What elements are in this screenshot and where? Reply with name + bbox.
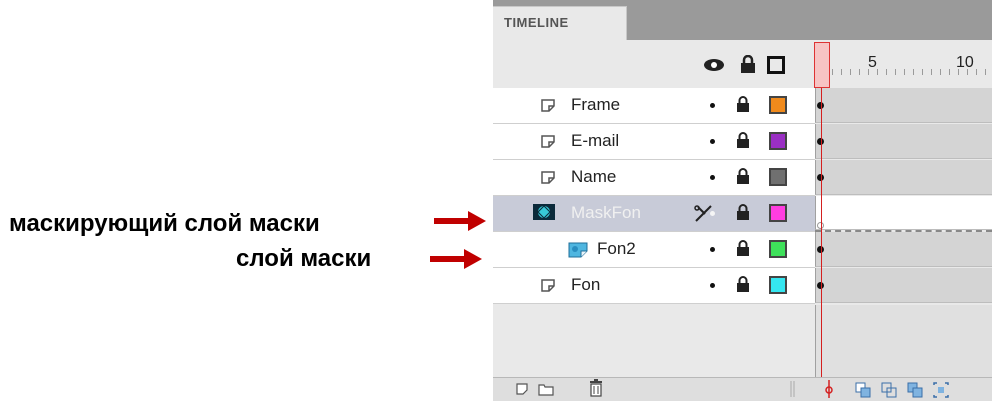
frame-track[interactable]	[815, 232, 992, 267]
layer-row-fon[interactable]: Fon	[493, 268, 992, 304]
onion-skin-icon[interactable]	[855, 382, 871, 403]
lock-icon[interactable]	[740, 54, 756, 78]
layer-name: Fon2	[597, 239, 636, 258]
new-layer-icon[interactable]	[515, 382, 529, 401]
layer-color-swatch[interactable]	[769, 132, 787, 150]
visibility-dot[interactable]	[710, 283, 715, 288]
lock-icon[interactable]	[736, 276, 750, 297]
frame-track[interactable]	[815, 124, 992, 159]
layer-name: Frame	[571, 95, 621, 114]
arrow-masked-layer	[430, 249, 482, 269]
outline-icon[interactable]	[767, 56, 785, 79]
layer-color-swatch[interactable]	[769, 168, 787, 186]
frame-ruler[interactable]: 1 5 10	[818, 40, 992, 88]
annotation-masked-layer: слой маски	[236, 245, 372, 272]
visibility-dot[interactable]	[710, 247, 715, 252]
layer-icon	[539, 132, 557, 150]
tab-bar: TIMELINE	[493, 0, 992, 40]
frame-track[interactable]	[815, 268, 992, 303]
layer-color-swatch[interactable]	[769, 276, 787, 294]
edit-multiple-frames-icon[interactable]	[907, 382, 923, 403]
timeline-panel: TIMELINE 1 5 10 Frame E-mail	[493, 0, 992, 401]
layer-row-fon2[interactable]: Fon2	[493, 232, 992, 268]
tab-timeline[interactable]: TIMELINE	[493, 6, 627, 40]
visibility-dot[interactable]	[710, 103, 715, 108]
new-folder-icon[interactable]	[538, 382, 554, 401]
lock-icon[interactable]	[736, 96, 750, 117]
delete-icon[interactable]	[589, 379, 603, 402]
layer-color-swatch[interactable]	[769, 204, 787, 222]
lock-icon[interactable]	[736, 168, 750, 189]
visibility-dot[interactable]	[710, 211, 715, 216]
layer-icon	[539, 96, 557, 114]
layer-row-maskfon[interactable]: MaskFon	[493, 196, 992, 232]
layer-name: MaskFon	[571, 203, 641, 222]
frame-track[interactable]	[815, 160, 992, 195]
lock-icon[interactable]	[736, 204, 750, 225]
layer-name: Name	[571, 167, 617, 186]
lock-icon[interactable]	[736, 132, 750, 153]
layer-row-email[interactable]: E-mail	[493, 124, 992, 160]
masked-layer-icon	[567, 240, 589, 258]
ruler-ticks	[823, 69, 992, 75]
layer-name: Fon	[571, 275, 601, 294]
annotation-mask-layer: маскирующий слой маски	[9, 210, 320, 237]
layer-row-name[interactable]: Name	[493, 160, 992, 196]
timeline-bottom-bar	[493, 377, 992, 401]
mask-layer-icon	[533, 204, 555, 222]
layer-row-frame[interactable]: Frame	[493, 88, 992, 124]
separator-grip	[789, 381, 797, 402]
playhead-handle[interactable]	[814, 42, 830, 88]
layer-name: E-mail	[571, 131, 620, 150]
arrow-mask-layer	[434, 211, 486, 231]
center-frame-icon[interactable]	[824, 380, 834, 403]
layer-color-swatch[interactable]	[769, 96, 787, 114]
layer-icon	[539, 168, 557, 186]
layer-icon	[539, 276, 557, 294]
layer-color-swatch[interactable]	[769, 240, 787, 258]
tab-timeline-label: TIMELINE	[504, 15, 569, 30]
lock-icon[interactable]	[736, 240, 750, 261]
visibility-dot[interactable]	[710, 175, 715, 180]
modify-markers-icon[interactable]	[933, 382, 949, 403]
frame-track[interactable]	[815, 88, 992, 123]
visibility-dot[interactable]	[710, 139, 715, 144]
onion-skin-outlines-icon[interactable]	[881, 382, 897, 403]
empty-frame-area	[815, 305, 992, 377]
playhead-line	[821, 88, 822, 401]
frame-track[interactable]	[815, 196, 992, 230]
eye-icon[interactable]	[703, 58, 725, 77]
